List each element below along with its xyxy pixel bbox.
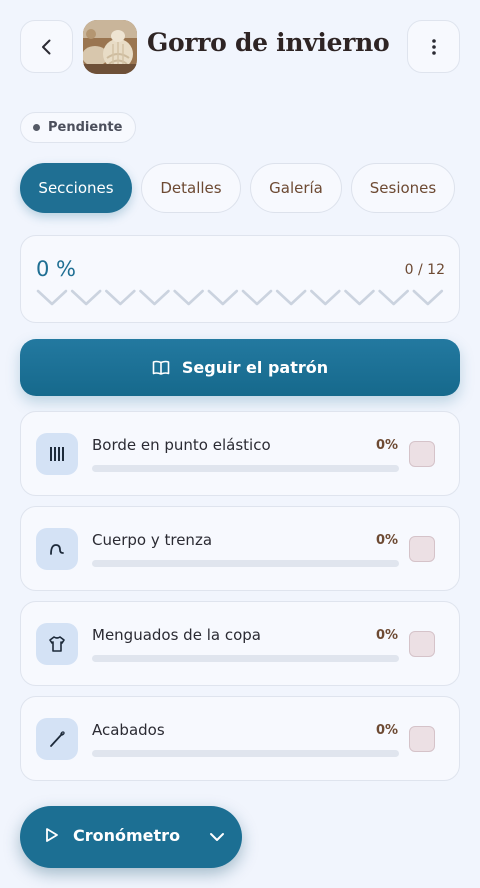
progress-chevron (378, 289, 409, 306)
progress-chevron (310, 289, 341, 306)
more-vertical-icon (431, 38, 436, 55)
progress-chevron (241, 289, 273, 306)
chevron-down-icon[interactable] (209, 830, 225, 844)
progress-chevron (275, 289, 307, 306)
section-checkbox[interactable] (409, 441, 435, 467)
progress-chevron (412, 289, 444, 306)
progress-chevron (139, 289, 170, 306)
section-card[interactable]: Borde en punto elástico 0% (20, 411, 460, 496)
section-label: Acabados (92, 721, 165, 739)
section-icon-bg (36, 623, 78, 665)
progress-chevron (36, 289, 68, 306)
section-progress-bar (92, 560, 399, 567)
progress-count: 0 / 12 (404, 262, 445, 278)
section-percent: 0% (376, 438, 399, 453)
ribbing-icon (50, 447, 64, 461)
timer-label: Cronómetro (73, 826, 181, 845)
status-badge: Pendiente (20, 112, 137, 143)
section-percent: 0% (376, 628, 399, 643)
shirt-icon (49, 636, 65, 652)
section-card[interactable]: Acabados 0% (20, 696, 460, 781)
cable-twist-icon (50, 544, 64, 555)
app-header: Gorro de invierno (20, 20, 460, 74)
progress-chevron (105, 289, 136, 306)
progress-chevrons (36, 289, 444, 306)
section-label: Borde en punto elástico (92, 436, 271, 454)
section-card[interactable]: Menguados de la copa 0% (20, 601, 460, 686)
follow-pattern-button[interactable]: Seguir el patrón (20, 339, 460, 396)
back-button[interactable] (20, 20, 73, 73)
progress-card: 0 % 0 / 12 (20, 235, 460, 323)
follow-pattern-label: Seguir el patrón (181, 358, 329, 377)
section-icon-bg (36, 433, 78, 475)
needle-icon (50, 731, 65, 747)
section-icon-bg (36, 718, 78, 760)
status-dot-icon (33, 124, 40, 131)
section-progress-bar (92, 655, 399, 662)
section-percent: 0% (376, 533, 399, 548)
progress-chevron (344, 289, 375, 306)
knitted-hat-photo (83, 20, 137, 74)
timer-button[interactable]: Cronómetro (20, 806, 242, 868)
tab-sesiones[interactable]: Sesiones (351, 163, 455, 213)
page-title: Gorro de invierno (147, 28, 390, 57)
section-label: Menguados de la copa (92, 626, 261, 644)
project-thumbnail (83, 20, 137, 74)
status-label: Pendiente (48, 120, 123, 135)
section-checkbox[interactable] (409, 631, 435, 657)
book-open-icon (152, 360, 170, 375)
section-card[interactable]: Cuerpo y trenza 0% (20, 506, 460, 591)
section-percent: 0% (376, 723, 399, 738)
section-progress-bar (92, 750, 399, 757)
more-options-button[interactable] (407, 20, 460, 73)
progress-percent: 0 % (36, 257, 76, 281)
section-checkbox[interactable] (409, 726, 435, 752)
tab-detalles[interactable]: Detalles (141, 163, 241, 213)
progress-chevron (207, 289, 239, 306)
section-label: Cuerpo y trenza (92, 531, 213, 549)
chevron-left-icon (41, 39, 50, 54)
play-icon (46, 828, 58, 842)
section-checkbox[interactable] (409, 536, 435, 562)
section-icon-bg (36, 528, 78, 570)
tab-secciones[interactable]: Secciones (20, 163, 132, 213)
progress-chevron (173, 289, 204, 306)
tab-galeria[interactable]: Galería (250, 163, 342, 213)
progress-chevron (70, 289, 102, 306)
section-progress-bar (92, 465, 399, 472)
